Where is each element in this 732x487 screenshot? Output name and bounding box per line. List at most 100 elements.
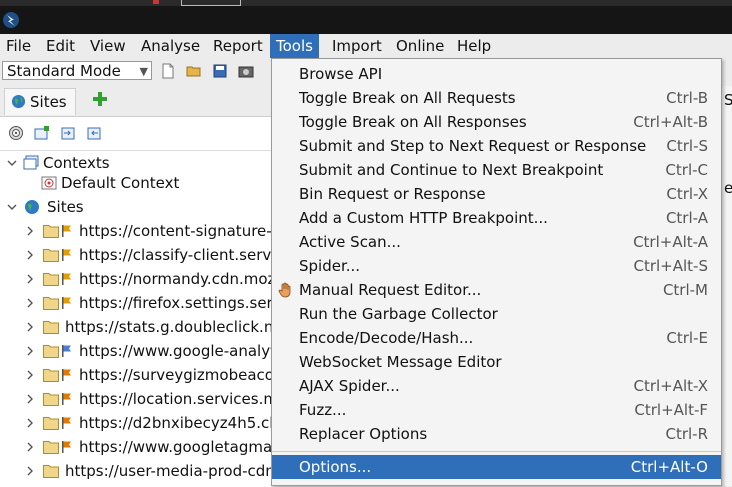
menu-bar: File Edit View Analyse Report Tools Impo… (0, 34, 732, 58)
menu-edit[interactable]: Edit (40, 34, 81, 58)
menu-item-label: Browse API (299, 65, 383, 83)
menu-item-submit-and-continue-to-next-breakpoint[interactable]: Submit and Continue to Next Breakpoint Ct… (272, 158, 721, 182)
chevron-right-icon[interactable] (24, 363, 36, 387)
snapshot-icon[interactable] (238, 63, 254, 79)
chevron-right-icon[interactable] (24, 459, 36, 483)
chevron-right-icon[interactable] (24, 315, 36, 339)
tab-sites[interactable]: Sites (4, 88, 76, 115)
menu-item-options[interactable]: Options... Ctrl+Alt-O (272, 455, 721, 479)
menu-item-label: Options... (299, 458, 372, 476)
tree-node-site[interactable]: https://normandy.cdn.moz (0, 267, 272, 291)
menu-help[interactable]: Help (451, 34, 497, 58)
folder-icon (43, 297, 59, 310)
tree-node-site[interactable]: https://surveygizmobeacor (0, 363, 272, 387)
menu-item-shortcut: Ctrl-R (665, 425, 708, 443)
menu-tools[interactable]: Tools (270, 34, 319, 58)
menu-item-toggle-break-on-all-requests[interactable]: Toggle Break on All Requests Ctrl-B (272, 86, 721, 110)
tree-node-site[interactable]: https://content-signature-2 (0, 219, 272, 243)
tree-node-site[interactable]: https://d2bnxibecyz4h5.cl (0, 411, 272, 435)
new-session-icon[interactable] (160, 63, 176, 79)
chevron-right-icon[interactable] (24, 339, 36, 363)
chevron-right-icon[interactable] (24, 267, 36, 291)
tree-label-site: https://classify-client.servic (79, 246, 272, 264)
menu-item-shortcut: Ctrl-E (666, 329, 708, 347)
menu-report[interactable]: Report (207, 34, 269, 58)
menu-item-label: AJAX Spider... (299, 377, 400, 395)
chevron-right-icon[interactable] (24, 435, 36, 459)
zap-logo-icon[interactable] (2, 11, 20, 29)
menu-item-fuzz[interactable]: Fuzz... Ctrl+Alt-F (272, 398, 721, 422)
chevron-right-icon[interactable] (24, 243, 36, 267)
chevron-right-icon[interactable] (24, 411, 36, 435)
tree-node-site[interactable]: https://user-media-prod-cdn (0, 459, 272, 483)
menu-file[interactable]: File (0, 34, 37, 58)
tree-node-site[interactable]: https://classify-client.servic (0, 243, 272, 267)
tree-node-site[interactable]: https://stats.g.doubleclick.ne (0, 315, 272, 339)
import-context-icon[interactable] (60, 125, 76, 141)
menu-item-replacer-options[interactable]: Replacer Options Ctrl-R (272, 422, 721, 446)
menu-item-shortcut: Ctrl-C (665, 161, 708, 179)
menu-item-run-the-garbage-collector[interactable]: Run the Garbage Collector (272, 302, 721, 326)
tab-strip (0, 0, 732, 6)
menu-item-spider[interactable]: Spider... Ctrl+Alt-S (272, 254, 721, 278)
menu-item-websocket-message-editor[interactable]: WebSocket Message Editor (272, 350, 721, 374)
tree-label-default-context: Default Context (61, 174, 180, 192)
menu-item-label: Encode/Decode/Hash... (299, 329, 474, 347)
menu-item-ajax-spider[interactable]: AJAX Spider... Ctrl+Alt-X (272, 374, 721, 398)
menu-analyse[interactable]: Analyse (135, 34, 206, 58)
tree-node-sites[interactable]: Sites (0, 195, 272, 219)
new-context-icon[interactable] (34, 125, 50, 141)
folder-icon (43, 441, 59, 454)
menu-item-label: Spider... (299, 257, 361, 275)
menu-import[interactable]: Import (326, 34, 388, 58)
contexts-icon (23, 155, 39, 170)
menu-item-label: Replacer Options (299, 425, 428, 443)
globe-icon (11, 94, 26, 109)
tree-node-site[interactable]: https://www.googletagma (0, 435, 272, 459)
chevron-right-icon[interactable] (24, 219, 36, 243)
tree-node-default-context[interactable]: Default Context (0, 171, 272, 195)
menu-item-manual-request-editor[interactable]: Manual Request Editor... Ctrl-M (272, 278, 721, 302)
menu-online[interactable]: Online (390, 34, 450, 58)
tree-label-site: https://user-media-prod-cdn (65, 462, 272, 480)
save-icon[interactable] (212, 63, 228, 79)
tree-node-site[interactable]: https://firefox.settings.ser (0, 291, 272, 315)
menu-item-bin-request-or-response[interactable]: Bin Request or Response Ctrl-X (272, 182, 721, 206)
menu-item-submit-and-step-to-next-request-or-response[interactable]: Submit and Step to Next Request or Respo… (272, 134, 721, 158)
menu-item-shortcut: Ctrl-A (665, 209, 708, 227)
tree-node-site[interactable]: https://location.services.m (0, 387, 272, 411)
mode-select[interactable]: Standard Mode ▼ (2, 61, 152, 80)
tree-node-site[interactable]: https://www.google-analyt (0, 339, 272, 363)
tree-label-site: https://stats.g.doubleclick.ne (65, 318, 272, 336)
tree-label-site: https://www.googletagma (79, 438, 272, 456)
flag-icon (62, 345, 71, 357)
sites-panel: Contexts Default Context Sites https://c… (0, 116, 272, 487)
menu-item-shortcut: Ctrl+Alt-O (630, 458, 708, 476)
menu-view[interactable]: View (84, 34, 132, 58)
chevron-right-icon[interactable] (24, 291, 36, 315)
menu-item-add-a-custom-http-breakpoint[interactable]: Add a Custom HTTP Breakpoint... Ctrl-A (272, 206, 721, 230)
menu-item-label: Run the Garbage Collector (299, 305, 498, 323)
right-panel-edge: St e (722, 86, 732, 486)
chevron-down-icon[interactable] (6, 195, 18, 219)
menu-item-active-scan[interactable]: Active Scan... Ctrl+Alt-A (272, 230, 721, 254)
menu-item-shortcut: Ctrl+Alt-X (633, 377, 708, 395)
right-text-peek: e (724, 179, 732, 197)
export-context-icon[interactable] (86, 125, 102, 141)
open-folder-icon[interactable] (186, 63, 202, 79)
flag-icon (62, 273, 71, 285)
chevron-right-icon[interactable] (24, 387, 36, 411)
flag-icon (62, 249, 71, 261)
menu-item-encode-decode-hash[interactable]: Encode/Decode/Hash... Ctrl-E (272, 326, 721, 350)
menu-item-toggle-break-on-all-responses[interactable]: Toggle Break on All Responses Ctrl+Alt-B (272, 110, 721, 134)
menu-item-shortcut: Ctrl+Alt-S (633, 257, 708, 275)
menu-item-shortcut: Ctrl+Alt-A (633, 233, 708, 251)
menu-item-browse-api[interactable]: Browse API (272, 62, 721, 86)
tab-sites-label: Sites (30, 93, 67, 111)
plus-icon[interactable] (92, 91, 108, 107)
menu-item-shortcut: Ctrl-B (666, 89, 708, 107)
menu-item-shortcut: Ctrl+Alt-F (634, 401, 708, 419)
tree-label-site: https://content-signature-2 (79, 222, 272, 240)
menu-item-shortcut: Ctrl+Alt-B (633, 113, 708, 131)
target-icon[interactable] (8, 125, 24, 141)
